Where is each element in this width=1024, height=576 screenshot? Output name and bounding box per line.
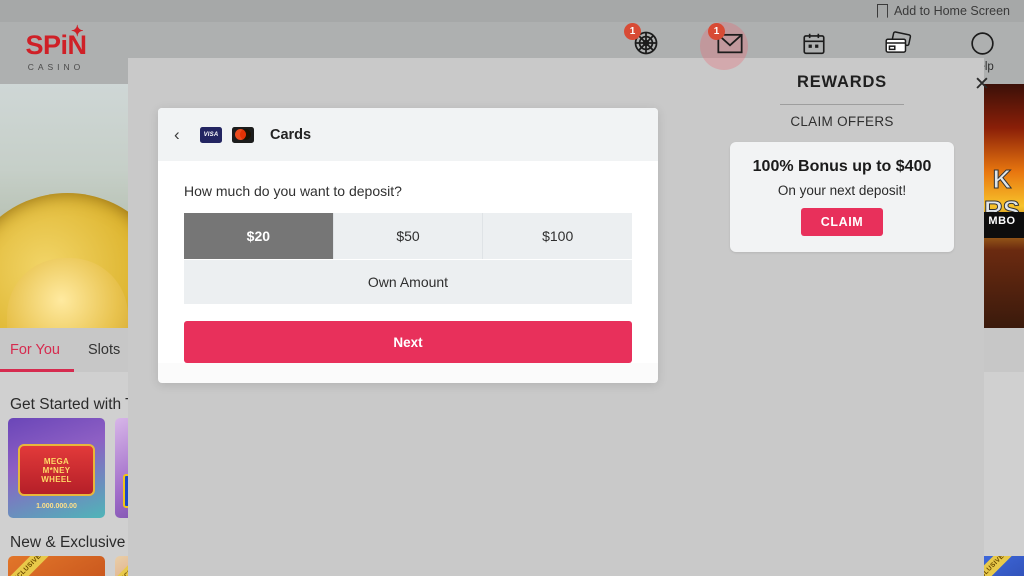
visa-icon: VISA [200, 126, 222, 143]
section-title-new-exclusive: New & Exclusive [10, 534, 126, 551]
add-to-home-screen-label: Add to Home Screen [893, 4, 1010, 18]
deposit-dialog-body: How much do you want to deposit? $20 $50… [158, 161, 658, 363]
hero-right-band-text: MBO [988, 215, 1016, 227]
chevron-left-icon[interactable]: ‹ [174, 125, 190, 145]
section-title-get-started: Get Started with T [10, 396, 135, 413]
mega-money-wheel-plate: MEGA M*NEY WHEEL [18, 444, 95, 496]
deposit-dialog-header: ‹ VISA Cards [158, 108, 658, 161]
deposit-dialog-title: Cards [270, 126, 312, 143]
bookmark-icon [877, 4, 888, 18]
hero-banner-right: K RS MBO [980, 84, 1024, 328]
cards-icon [883, 26, 913, 60]
brand-logo[interactable]: SPiN ✦ CASINO [14, 24, 98, 72]
tab-slots[interactable]: Slots [88, 328, 120, 372]
offer-text: On your next deposit! [777, 183, 907, 198]
add-to-home-screen-button[interactable]: Add to Home Screen [877, 4, 1010, 18]
bonus-wheel-badge: 1 [624, 23, 641, 40]
amount-options: $20 $50 $100 [184, 213, 633, 259]
amount-option-50[interactable]: $50 [333, 213, 484, 259]
star-icon: ✦ [70, 23, 84, 40]
close-icon[interactable]: ✕ [968, 70, 996, 98]
exclusive-ribbon: EXCLUSIVE [8, 556, 58, 576]
game-tile[interactable]: MEGA M*NEY WHEEL 1.000.000.00 [8, 418, 105, 518]
own-amount-button[interactable]: Own Amount [184, 260, 632, 304]
hero-banner-left [0, 84, 134, 328]
bonus-wheel-icon: 1 [624, 23, 660, 60]
app-root: Add to Home Screen SPiN ✦ CASINO 1 1 K R… [0, 0, 1024, 576]
tab-for-you[interactable]: For You [0, 328, 74, 372]
calendar-icon [801, 26, 827, 60]
rewards-subtitle: CLAIM OFFERS [790, 114, 894, 129]
skull-coin-art [0, 193, 134, 328]
deposit-question: How much do you want to deposit? [184, 183, 402, 199]
offer-heading: 100% Bonus up to $400 [752, 158, 932, 175]
rewards-panel: ✕ REWARDS CLAIM OFFERS 100% Bonus up to … [700, 58, 990, 252]
help-icon [969, 26, 996, 60]
amount-option-100[interactable]: $100 [483, 213, 633, 259]
offer-card: 100% Bonus up to $400 On your next depos… [730, 142, 954, 252]
tile-line-3: WHEEL [41, 474, 72, 484]
deposit-dialog: ‹ VISA Cards How much do you want to dep… [158, 108, 658, 383]
next-button[interactable]: Next [184, 321, 632, 363]
visa-label: VISA [203, 131, 219, 138]
mastercard-icon [232, 126, 254, 143]
rewards-title: REWARDS [797, 73, 887, 91]
utility-bar: Add to Home Screen [0, 0, 1024, 22]
amount-option-20[interactable]: $20 [184, 213, 334, 259]
game-tile[interactable]: EXCLUSIVE [8, 556, 105, 576]
rewards-divider [780, 104, 904, 105]
claim-button[interactable]: CLAIM [800, 208, 884, 236]
tile-line-2: M*NEY [42, 465, 71, 475]
envelope-icon: 1 [700, 22, 748, 70]
brand-sub: CASINO [27, 62, 85, 72]
messages-badge: 1 [708, 23, 725, 40]
tile-jackpot-amount: 1.000.000.00 [36, 503, 77, 510]
tile-line-1: MEGA [43, 456, 70, 466]
